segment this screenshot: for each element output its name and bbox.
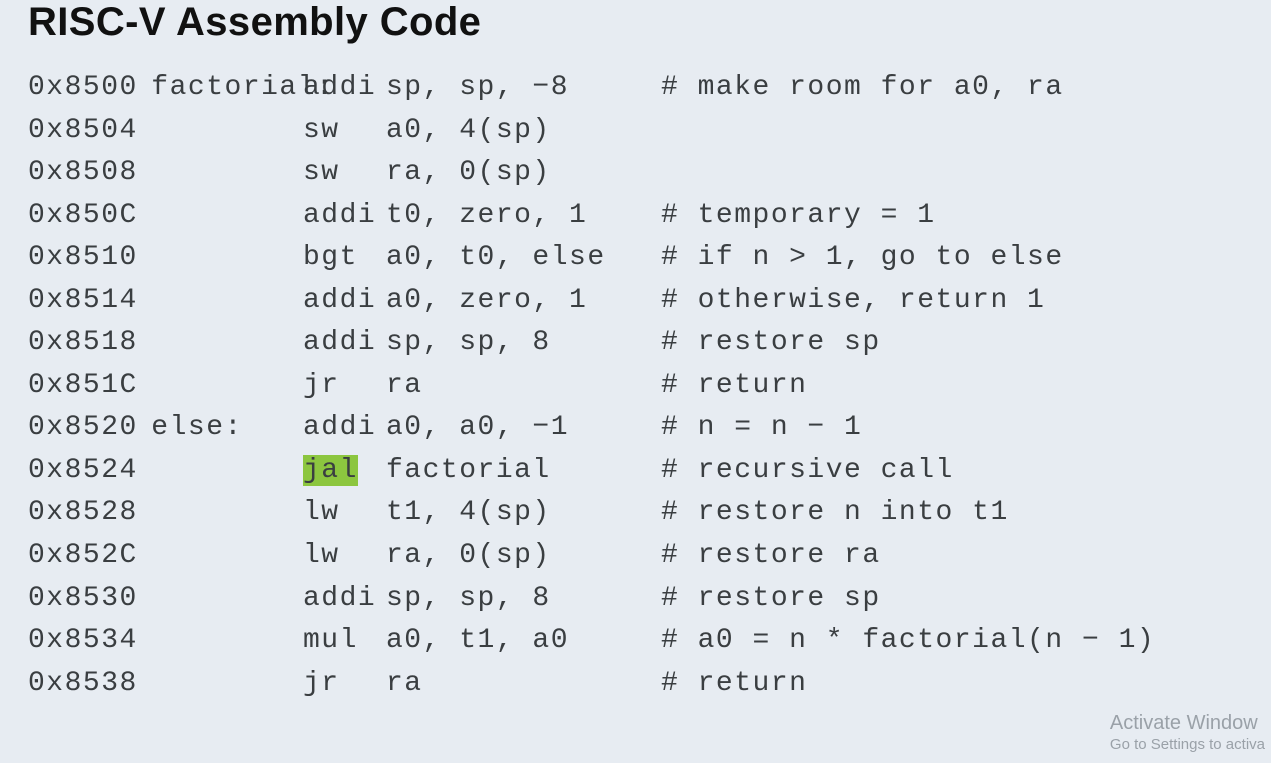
address: 0x8504: [28, 110, 133, 153]
label: [133, 620, 303, 663]
label: [133, 578, 303, 621]
watermark-line-1: Activate Window: [1110, 711, 1265, 736]
operand: sp, sp, 8: [386, 578, 661, 621]
operand: a0, a0, −1: [386, 407, 661, 450]
operand: t0, zero, 1: [386, 195, 661, 238]
comment: # otherwise, return 1: [661, 280, 1243, 323]
label: [133, 663, 303, 706]
code-row: 0x8524 jal factorial# recursive call: [28, 450, 1243, 493]
address: 0x8514: [28, 280, 133, 323]
code-row: 0x8528 lwt1, 4(sp)# restore n into t1: [28, 492, 1243, 535]
label: [133, 237, 303, 280]
address: 0x8524: [28, 450, 133, 493]
opcode: bgt: [303, 237, 386, 280]
code-row: 0x8514 addia0, zero, 1# otherwise, retur…: [28, 280, 1243, 323]
opcode: addi: [303, 67, 386, 110]
windows-activation-watermark: Activate Window Go to Settings to activa: [1110, 711, 1265, 755]
address: 0x852C: [28, 535, 133, 578]
label: [133, 450, 303, 493]
code-row: 0x8530 addisp, sp, 8# restore sp: [28, 578, 1243, 621]
opcode: addi: [303, 578, 386, 621]
operand: ra, 0(sp): [386, 535, 661, 578]
label: [133, 280, 303, 323]
opcode: jal: [303, 450, 386, 493]
address: 0x8530: [28, 578, 133, 621]
operand: ra, 0(sp): [386, 152, 661, 195]
opcode: addi: [303, 195, 386, 238]
code-row: 0x8520 else:addia0, a0, −1# n = n − 1: [28, 407, 1243, 450]
label: [133, 322, 303, 365]
label: [133, 152, 303, 195]
comment: # n = n − 1: [661, 407, 1243, 450]
label: [133, 535, 303, 578]
address: 0x8538: [28, 663, 133, 706]
opcode: jr: [303, 365, 386, 408]
comment: [661, 110, 1243, 153]
address: 0x8508: [28, 152, 133, 195]
comment: # restore n into t1: [661, 492, 1243, 535]
code-row: 0x8500 factorial:addisp, sp, −8# make ro…: [28, 67, 1243, 110]
opcode: addi: [303, 322, 386, 365]
opcode: lw: [303, 492, 386, 535]
operand: a0, t1, a0: [386, 620, 661, 663]
opcode: addi: [303, 280, 386, 323]
operand: a0, t0, else: [386, 237, 661, 280]
address: 0x8500: [28, 67, 133, 110]
operand: t1, 4(sp): [386, 492, 661, 535]
address: 0x8534: [28, 620, 133, 663]
label: else:: [133, 407, 303, 450]
label: [133, 110, 303, 153]
operand: sp, sp, 8: [386, 322, 661, 365]
opcode: jr: [303, 663, 386, 706]
comment: [661, 152, 1243, 195]
operand: ra: [386, 365, 661, 408]
opcode: sw: [303, 152, 386, 195]
opcode: sw: [303, 110, 386, 153]
address: 0x851C: [28, 365, 133, 408]
code-row: 0x851C jrra# return: [28, 365, 1243, 408]
opcode: addi: [303, 407, 386, 450]
code-row: 0x8510 bgta0, t0, else# if n > 1, go to …: [28, 237, 1243, 280]
comment: # if n > 1, go to else: [661, 237, 1243, 280]
code-row: 0x8508 swra, 0(sp): [28, 152, 1243, 195]
address: 0x850C: [28, 195, 133, 238]
operand: factorial: [386, 450, 661, 493]
page: RISC-V Assembly Code 0x8500 factorial:ad…: [0, 0, 1271, 705]
address: 0x8510: [28, 237, 133, 280]
code-block: 0x8500 factorial:addisp, sp, −8# make ro…: [28, 67, 1243, 705]
comment: # a0 = n * factorial(n − 1): [661, 620, 1243, 663]
operand: sp, sp, −8: [386, 67, 661, 110]
address: 0x8520: [28, 407, 133, 450]
code-row: 0x8538 jrra# return: [28, 663, 1243, 706]
comment: # return: [661, 663, 1243, 706]
watermark-line-2: Go to Settings to activa: [1110, 736, 1265, 755]
code-row: 0x852C lwra, 0(sp)# restore ra: [28, 535, 1243, 578]
label: [133, 492, 303, 535]
comment: # restore sp: [661, 578, 1243, 621]
opcode: mul: [303, 620, 386, 663]
address: 0x8518: [28, 322, 133, 365]
code-row: 0x850C addit0, zero, 1# temporary = 1: [28, 195, 1243, 238]
address: 0x8528: [28, 492, 133, 535]
page-title: RISC-V Assembly Code: [28, 0, 1243, 45]
highlight: jal: [303, 455, 358, 486]
code-row: 0x8534 mula0, t1, a0# a0 = n * factorial…: [28, 620, 1243, 663]
comment: # restore ra: [661, 535, 1243, 578]
comment: # restore sp: [661, 322, 1243, 365]
comment: # return: [661, 365, 1243, 408]
label: [133, 365, 303, 408]
label: [133, 195, 303, 238]
comment: # recursive call: [661, 450, 1243, 493]
operand: a0, 4(sp): [386, 110, 661, 153]
code-row: 0x8504 swa0, 4(sp): [28, 110, 1243, 153]
label: factorial:: [133, 67, 303, 110]
operand: ra: [386, 663, 661, 706]
operand: a0, zero, 1: [386, 280, 661, 323]
opcode: lw: [303, 535, 386, 578]
comment: # temporary = 1: [661, 195, 1243, 238]
code-row: 0x8518 addisp, sp, 8# restore sp: [28, 322, 1243, 365]
comment: # make room for a0, ra: [661, 67, 1243, 110]
